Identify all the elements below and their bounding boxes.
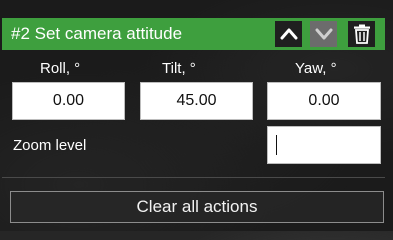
action-title: #2 Set camera attitude [11,24,183,43]
yaw-input[interactable]: 0.00 [267,82,381,120]
roll-input[interactable]: 0.00 [12,82,125,120]
text-caret [276,135,277,155]
zoom-level-label: Zoom level [13,137,87,154]
tilt-label: Tilt, ° [162,60,196,77]
roll-label: Roll, ° [40,60,81,77]
chevron-down-icon [315,28,332,40]
zoom-level-input[interactable] [267,126,381,164]
action-panel: #2 Set camera attitude Roll, ° Tilt, ° Y… [0,0,393,231]
move-down-button[interactable] [310,21,337,47]
action-header: #2 Set camera attitude [2,18,385,50]
chevron-up-icon [280,28,297,40]
trash-icon [353,24,370,44]
delete-action-button[interactable] [348,21,375,47]
clear-all-actions-button[interactable]: Clear all actions [10,191,384,223]
tilt-input[interactable]: 45.00 [140,82,253,120]
yaw-label: Yaw, ° [295,60,337,77]
divider [2,177,385,178]
move-up-button[interactable] [275,21,302,47]
